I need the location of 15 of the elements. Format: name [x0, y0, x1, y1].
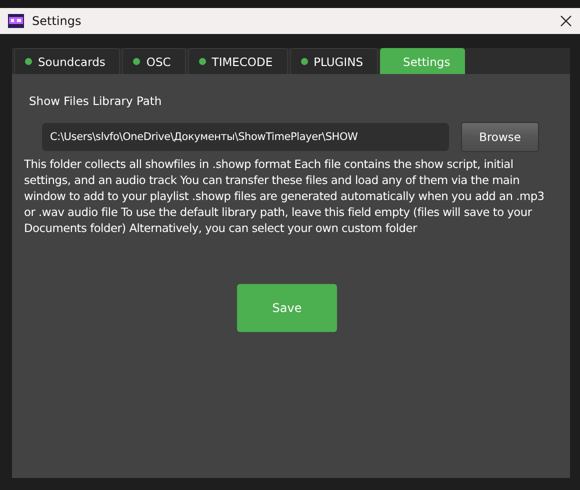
description-text: This folder collects all showfiles in .showp format Each file contains the show script, initial settings, and an audio track You can transfer these files and load any of them via the main window to add to your playlist .showp files are generated automatically when you add an .mp3 or .wav audio file To use the default library path, leave this field empty (files will save to your Documents folder) Alternatively, you can select your own custom folder [24, 156, 546, 236]
status-dot-icon [133, 58, 140, 65]
tab[interactable]: TIMECODE [188, 48, 288, 74]
browse-button[interactable]: Browse [461, 122, 539, 152]
tab[interactable]: OSC [122, 48, 186, 74]
close-icon[interactable] [560, 15, 572, 27]
status-dot-icon [300, 58, 308, 65]
path-field[interactable]: C:\Users\slvfo\OneDrive\Документы\ShowTimePlayer\SHOW [42, 123, 449, 151]
tab[interactable]: Soundcards [14, 48, 120, 74]
field-label: Show Files Library Path [28, 94, 163, 108]
app-icon [8, 14, 24, 28]
window-title: Settings [32, 14, 82, 28]
status-dot-icon [198, 58, 206, 65]
tab[interactable]: PLUGINS [290, 48, 378, 74]
status-dot-icon [25, 58, 32, 65]
